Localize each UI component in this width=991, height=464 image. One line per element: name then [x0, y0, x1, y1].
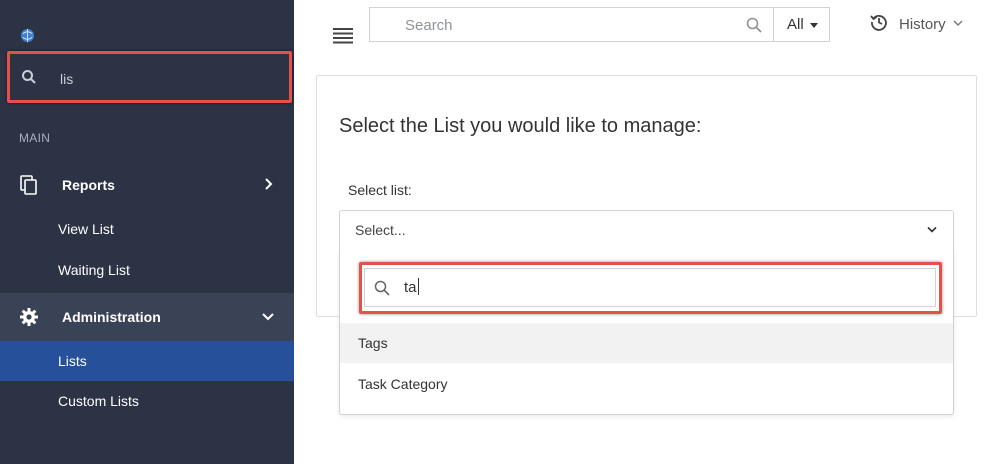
sidebar-item-label: Waiting List: [58, 262, 130, 278]
select-placeholder: Select...: [355, 222, 406, 238]
page-title: Select the List you would like to manage…: [339, 115, 702, 137]
option-label: Task Category: [358, 376, 448, 392]
option-label: Tags: [358, 335, 388, 351]
chevron-right-icon: [265, 178, 273, 190]
select-list-dropdown[interactable]: Select...: [339, 210, 954, 250]
gear-icon: [20, 308, 38, 326]
sidebar-item-waiting-list[interactable]: Waiting List: [0, 250, 294, 290]
caret-down-icon: [810, 23, 818, 28]
sidebar-item-label: View List: [58, 221, 114, 237]
history-label: History: [899, 16, 946, 33]
sidebar-item-reports[interactable]: Reports: [0, 161, 294, 209]
section-label-main: MAIN: [19, 131, 51, 145]
sidebar-search[interactable]: lis: [7, 51, 292, 103]
dropdown-search-value: ta: [404, 278, 419, 296]
chevron-down-icon: [953, 20, 963, 26]
sidebar-item-administration[interactable]: Administration: [0, 293, 294, 341]
sidebar: lis MAIN Reports View List Waiting List: [0, 0, 294, 464]
menu-icon[interactable]: [333, 27, 353, 44]
search-scope-dropdown[interactable]: All: [773, 7, 830, 42]
sidebar-item-label: Reports: [62, 177, 115, 193]
sidebar-item-lists[interactable]: Lists: [0, 341, 294, 381]
logo-icon[interactable]: [20, 28, 35, 43]
search-icon: [22, 70, 36, 84]
search-scope-label: All: [787, 16, 804, 33]
global-search-input[interactable]: Search: [369, 7, 774, 42]
dropdown-search-input[interactable]: ta: [364, 268, 936, 307]
chevron-down-icon: [262, 313, 274, 321]
copy-icon: [20, 175, 37, 195]
sidebar-item-view-list[interactable]: View List: [0, 209, 294, 249]
history-icon: [870, 15, 887, 31]
dropdown-option-tags[interactable]: Tags: [340, 323, 953, 363]
chevron-down-icon: [927, 226, 937, 233]
dropdown-option-task-category[interactable]: Task Category: [340, 364, 953, 404]
sidebar-item-label: Lists: [58, 353, 87, 369]
search-icon[interactable]: [746, 17, 762, 33]
sidebar-item-custom-lists[interactable]: Custom Lists: [0, 381, 294, 421]
sidebar-search-input[interactable]: lis: [60, 71, 73, 87]
search-icon: [374, 280, 390, 296]
sidebar-item-label: Custom Lists: [58, 393, 139, 409]
sidebar-item-label: Administration: [62, 309, 161, 325]
select-list-label: Select list:: [348, 182, 412, 198]
search-placeholder: Search: [405, 17, 453, 34]
